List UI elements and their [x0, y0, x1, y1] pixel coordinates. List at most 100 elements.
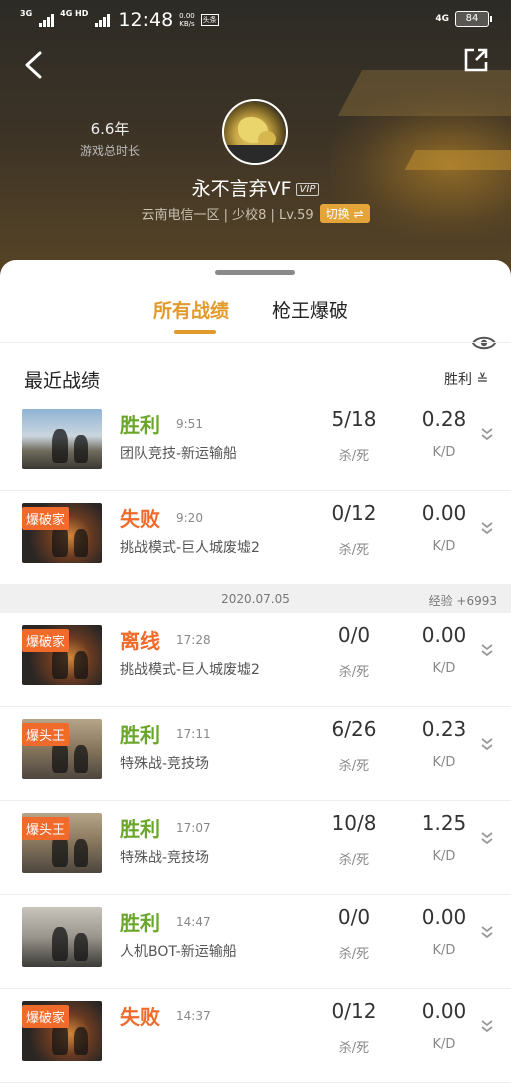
match-mode: 团队竞技-新运输船 — [120, 446, 238, 462]
tab-sniper-blast[interactable]: 枪王爆破 — [272, 296, 348, 323]
header-decoration — [404, 150, 511, 170]
chevron-down-icon[interactable] — [480, 427, 494, 441]
chevron-down-icon[interactable] — [480, 925, 494, 939]
kill-death-count: 6/26 — [331, 717, 377, 741]
battery-icon: 84 — [455, 11, 492, 27]
divider — [0, 342, 511, 343]
achievement-badge: 爆头王 — [22, 817, 70, 840]
achievement-badge: 爆破家 — [22, 507, 70, 530]
date-separator: 2020.07.05 经验 +6993 — [0, 585, 511, 613]
achievement-badge: 爆破家 — [22, 629, 70, 652]
kd-value: 0.23 — [421, 717, 467, 741]
network-4g-icon: 4G — [435, 14, 449, 24]
records-sheet: 所有战绩 枪王爆破 最近战绩 胜利 ≚ 胜利 9:51 团队竞技-新运输船 5/18 杀… — [0, 260, 511, 1083]
kill-death-label: 杀/死 — [338, 759, 370, 774]
player-name-row: 永不言弃VF VIP — [0, 174, 511, 201]
kill-death-count: 0/12 — [331, 999, 377, 1023]
back-arrow-icon[interactable] — [22, 50, 46, 80]
kd-value: 0.00 — [421, 623, 467, 647]
match-row[interactable]: 爆破家 离线 17:28 挑战模式-巨人城废墟2 0/0 杀/死 0.00 K/D — [0, 613, 511, 707]
map-thumbnail: 爆头王 — [22, 719, 102, 779]
avatar[interactable] — [222, 99, 288, 165]
match-result: 胜利 — [120, 723, 160, 747]
match-mode: 特殊战-竞技场 — [120, 756, 210, 772]
match-list: 胜利 9:51 团队竞技-新运输船 5/18 杀/死 0.28 K/D 爆破家 失败 9:20 挑战… — [0, 397, 511, 1083]
kd-value: 1.25 — [421, 811, 467, 835]
player-name: 永不言弃VF — [191, 178, 292, 200]
match-row[interactable]: 爆破家 失败 14:37 0/12 杀/死 0.00 K/D — [0, 989, 511, 1083]
kd-label: K/D — [432, 661, 456, 676]
kd-label: K/D — [432, 1037, 456, 1052]
play-time-stat: 6.6年 游戏总时长 — [60, 118, 160, 159]
match-row[interactable]: 胜利 14:47 人机BOT-新运输船 0/0 杀/死 0.00 K/D — [0, 895, 511, 989]
map-thumbnail: 爆破家 — [22, 625, 102, 685]
match-row[interactable]: 爆头王 胜利 17:07 特殊战-竞技场 10/8 杀/死 1.25 K/D — [0, 801, 511, 895]
kill-death-count: 0/0 — [337, 623, 371, 647]
status-bar: 3G 4G HD 12:48 0.00 KB/s 头条 4G 84 — [0, 0, 511, 40]
match-time: 9:51 — [176, 417, 203, 431]
chevron-down-icon[interactable] — [480, 1019, 494, 1033]
match-mode: 特殊战-竞技场 — [120, 850, 210, 866]
share-icon[interactable] — [462, 46, 490, 74]
kill-death-count: 10/8 — [331, 811, 377, 835]
match-result: 失败 — [120, 507, 160, 531]
match-result: 失败 — [120, 1005, 160, 1029]
achievement-badge: 爆头王 — [22, 723, 70, 746]
signal-icon — [95, 13, 111, 27]
map-thumbnail — [22, 409, 102, 469]
achievement-badge: 爆破家 — [22, 1005, 70, 1028]
header-decoration — [337, 70, 511, 116]
match-row[interactable]: 爆破家 失败 9:20 挑战模式-巨人城废墟2 0/12 杀/死 0.00 K/D — [0, 491, 511, 585]
network-speed: 0.00 KB/s — [179, 12, 195, 28]
kd-label: K/D — [432, 445, 456, 460]
eye-icon[interactable] — [472, 334, 496, 352]
kill-death-label: 杀/死 — [338, 853, 370, 868]
chevron-down-icon[interactable] — [480, 737, 494, 751]
kill-death-label: 杀/死 — [338, 947, 370, 962]
server-info-row: 云南电信一区 | 少校8 | Lv.59 切换 ⇌ — [0, 204, 511, 223]
match-result: 胜利 — [120, 911, 160, 935]
chevron-down-icon[interactable] — [480, 521, 494, 535]
match-time: 14:37 — [176, 1009, 211, 1023]
kd-value: 0.28 — [421, 407, 467, 431]
match-result: 离线 — [120, 629, 160, 653]
kd-label: K/D — [432, 539, 456, 554]
match-row[interactable]: 爆头王 胜利 17:11 特殊战-竞技场 6/26 杀/死 0.23 K/D — [0, 707, 511, 801]
map-thumbnail: 爆头王 — [22, 813, 102, 873]
kill-death-label: 杀/死 — [338, 449, 370, 464]
kd-label: K/D — [432, 849, 456, 864]
server-info: 云南电信一区 | 少校8 | Lv.59 — [141, 208, 314, 223]
match-mode: 人机BOT-新运输船 — [120, 944, 237, 960]
vip-badge: VIP — [295, 183, 320, 196]
kill-death-count: 5/18 — [331, 407, 377, 431]
kd-label: K/D — [432, 943, 456, 958]
match-mode: 挑战模式-巨人城废墟2 — [120, 540, 260, 556]
match-row[interactable]: 胜利 9:51 团队竞技-新运输船 5/18 杀/死 0.28 K/D — [0, 397, 511, 491]
exp-label: 经验 +6993 — [428, 594, 497, 608]
chevron-down-icon[interactable] — [480, 643, 494, 657]
tab-bar: 所有战绩 枪王爆破 — [0, 296, 511, 350]
match-time: 17:11 — [176, 727, 211, 741]
match-result: 胜利 — [120, 413, 160, 437]
chevron-down-icon[interactable] — [480, 831, 494, 845]
map-thumbnail: 爆破家 — [22, 503, 102, 563]
clock: 12:48 — [118, 9, 174, 31]
kd-label: K/D — [432, 755, 456, 770]
kill-death-count: 0/12 — [331, 501, 377, 525]
kill-death-label: 杀/死 — [338, 543, 370, 558]
active-tab-indicator — [174, 330, 216, 334]
match-result: 胜利 — [120, 817, 160, 841]
drag-handle[interactable] — [215, 270, 295, 275]
play-time-label: 游戏总时长 — [79, 144, 140, 158]
switch-button[interactable]: 切换 ⇌ — [319, 204, 370, 223]
kd-value: 0.00 — [421, 501, 467, 525]
tab-all-records[interactable]: 所有战绩 — [153, 296, 229, 323]
signal-label: 3G — [20, 9, 33, 18]
match-time: 17:28 — [176, 633, 211, 647]
result-filter[interactable]: 胜利 ≚ — [444, 369, 488, 389]
profile-header: 3G 4G HD 12:48 0.00 KB/s 头条 4G 84 6.6年 游戏… — [0, 0, 511, 290]
kd-value: 0.00 — [421, 905, 467, 929]
signal-icon — [39, 13, 55, 27]
kill-death-label: 杀/死 — [338, 1041, 370, 1056]
play-time-value: 6.6年 — [90, 120, 130, 138]
